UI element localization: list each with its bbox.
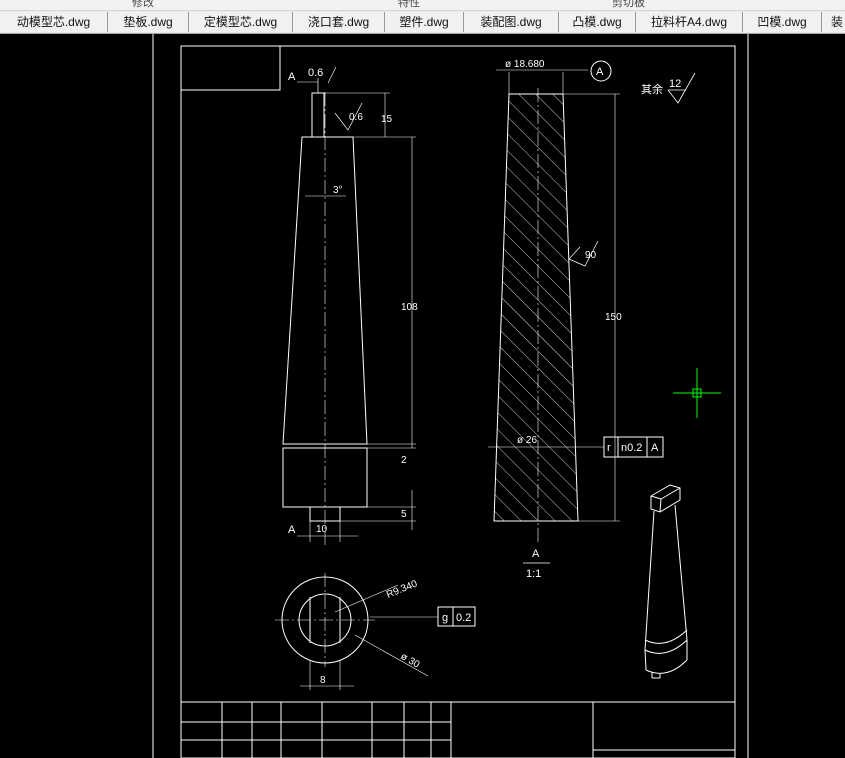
dim-surface-roughness: 0.6 [349,112,363,123]
plan-view [275,573,476,690]
dim-diameter-30: ø 30 [399,651,422,671]
tab-jiao-kou-tao[interactable]: 浇口套.dwg [293,12,385,32]
ribbon-group-label-properties: 特性 [398,0,420,9]
section-mark-bottom: A [288,524,296,536]
dim-top-width: 0.6 [308,67,323,79]
tab-label: 装 [830,15,843,29]
dim-bottom-width: 10 [316,524,328,535]
tab-dian-ban[interactable]: 垫板.dwg [108,12,189,32]
isometric-view [644,484,688,679]
tolerance-datum: A [651,442,659,454]
plan-tolerance-value: 0.2 [456,612,471,624]
dim-width-8: 8 [320,675,326,686]
tab-label: 拉料杆A4.dwg [650,15,728,29]
tab-label: 垫板.dwg [123,15,173,29]
tab-zhuang-partial[interactable]: 装 [822,12,845,32]
front-elevation-view [282,66,416,545]
tab-la-liao-gan-a4[interactable]: 拉料杆A4.dwg [636,12,743,32]
drawing-frame [152,34,749,758]
drawing-canvas[interactable]: A 0.6 0.6 15 3° 108 2 5 A 10 ø 18.680 A … [0,34,845,758]
dim-head-height: 15 [381,114,393,125]
tab-ao-mo[interactable]: 凹模.dwg [743,12,822,32]
section-label: A [532,548,540,560]
dim-height-150: 150 [605,312,622,323]
datum-a-label: A [596,66,604,78]
tab-label: 动模型芯.dwg [16,15,91,29]
tab-zhuang-pei-tu[interactable]: 装配图.dwg [464,12,559,32]
tab-ding-mo-xing-xin[interactable]: 定模型芯.dwg [189,12,293,32]
ribbon-group-label-modify: 修改 [132,0,154,9]
tab-label: 凹模.dwg [757,15,807,29]
tolerance-symbol: r [607,442,611,454]
tolerance-value: n0.2 [621,442,642,454]
plan-view-text: R9.340 ø 30 8 g 0.2 [320,578,471,686]
section-view-a-a [488,60,664,564]
plan-tolerance-symbol: g [442,612,448,624]
ribbon-strip: 修改 特性 剪切板 [0,0,845,11]
dim-top-diameter: ø 18.680 [505,59,545,70]
remaining-roughness-note: 其余 12 [641,72,696,104]
dim-step: 2 [401,455,407,466]
tab-label: 凸模.dwg [572,15,622,29]
ribbon-group-label-clipboard: 剪切板 [612,0,645,9]
section-scale: 1:1 [526,568,541,580]
cad-drawing: A 0.6 0.6 15 3° 108 2 5 A 10 ø 18.680 A … [152,34,749,758]
dim-bottom-diameter: ø 26 [517,435,537,446]
crosshair-cursor-icon [673,368,721,418]
dim-total-length: 108 [401,302,418,313]
tab-label: 塑件.dwg [399,15,449,29]
title-block [181,701,735,758]
tab-tu-mo[interactable]: 凸模.dwg [559,12,636,32]
dim-base: 5 [401,509,407,520]
document-tab-bar: 动模型芯.dwg 垫板.dwg 定模型芯.dwg 浇口套.dwg 塑件.dwg … [0,11,845,34]
dim-taper-angle: 3° [333,185,343,196]
tab-su-jian[interactable]: 塑件.dwg [385,12,464,32]
tab-dong-mo-xing-xin[interactable]: 动模型芯.dwg [0,12,108,32]
tab-label: 定模型芯.dwg [203,15,278,29]
remaining-value: 12 [669,78,681,90]
tab-label: 装配图.dwg [480,15,542,29]
dim-roughness-90: 90 [585,250,597,261]
dim-radius: R9.340 [385,578,419,600]
remaining-label: 其余 [641,82,663,96]
section-mark-top: A [288,71,296,83]
tab-label: 浇口套.dwg [307,15,370,29]
